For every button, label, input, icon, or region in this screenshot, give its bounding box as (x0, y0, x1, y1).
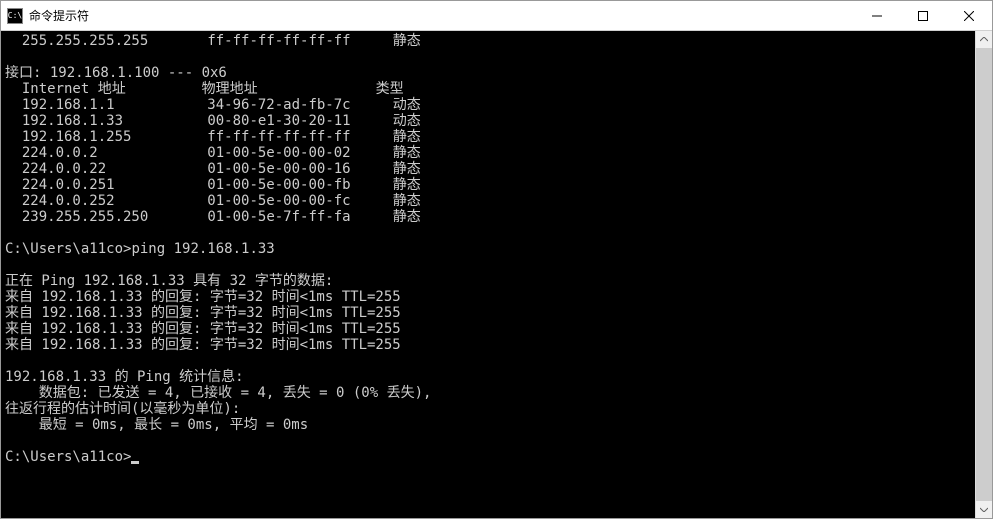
interface-header: 接口: 192.168.1.100 --- 0x6 (5, 65, 227, 81)
arp-row: 239.255.255.250 01-00-5e-7f-ff-fa 静态 (5, 209, 421, 225)
close-icon (964, 11, 974, 21)
ping-rtt-values: 最短 = 0ms, 最长 = 0ms, 平均 = 0ms (5, 417, 308, 433)
window-controls (854, 1, 992, 30)
ping-reply: 来自 192.168.1.33 的回复: 字节=32 时间<1ms TTL=25… (5, 337, 401, 353)
vertical-scrollbar[interactable] (975, 31, 992, 518)
titlebar[interactable]: C:\ 命令提示符 (1, 1, 992, 31)
arp-row: 192.168.1.255 ff-ff-ff-ff-ff-ff 静态 (5, 129, 421, 145)
chevron-up-icon (980, 37, 988, 42)
scroll-down-button[interactable] (976, 501, 992, 518)
ping-reply: 来自 192.168.1.33 的回复: 字节=32 时间<1ms TTL=25… (5, 321, 401, 337)
ping-header: 正在 Ping 192.168.1.33 具有 32 字节的数据: (5, 273, 333, 289)
console-area[interactable]: 255.255.255.255 ff-ff-ff-ff-ff-ff 静态 接口:… (1, 31, 975, 518)
arp-row: 192.168.1.1 34-96-72-ad-fb-7c 动态 (5, 97, 421, 113)
app-icon: C:\ (7, 8, 23, 24)
ping-reply: 来自 192.168.1.33 的回复: 字节=32 时间<1ms TTL=25… (5, 305, 401, 321)
chevron-down-icon (980, 507, 988, 512)
ping-stats-packets: 数据包: 已发送 = 4, 已接收 = 4, 丢失 = 0 (0% 丢失), (5, 385, 431, 401)
ping-reply: 来自 192.168.1.33 的回复: 字节=32 时间<1ms TTL=25… (5, 289, 401, 305)
command-prompt-window: C:\ 命令提示符 255.255.255.255 ff-ff-ff-ff-ff… (0, 0, 993, 519)
scroll-up-button[interactable] (976, 31, 992, 48)
maximize-button[interactable] (900, 1, 946, 30)
minimize-icon (872, 11, 882, 21)
scrollbar-thumb[interactable] (976, 48, 992, 501)
ping-stats-header: 192.168.1.33 的 Ping 统计信息: (5, 369, 244, 385)
console-wrap: 255.255.255.255 ff-ff-ff-ff-ff-ff 静态 接口:… (1, 31, 992, 518)
arp-row: 224.0.0.22 01-00-5e-00-00-16 静态 (5, 161, 421, 177)
maximize-icon (918, 11, 928, 21)
arp-row: 224.0.0.2 01-00-5e-00-00-02 静态 (5, 145, 421, 161)
close-button[interactable] (946, 1, 992, 30)
ping-rtt-header: 往返行程的估计时间(以毫秒为单位): (5, 401, 240, 417)
window-title: 命令提示符 (29, 7, 854, 24)
prompt-line: C:\Users\a11co>ping 192.168.1.33 (5, 241, 275, 257)
arp-columns: Internet 地址 物理地址 类型 (5, 81, 404, 97)
arp-row: 192.168.1.33 00-80-e1-30-20-11 动态 (5, 113, 421, 129)
arp-row: 224.0.0.252 01-00-5e-00-00-fc 静态 (5, 193, 421, 209)
minimize-button[interactable] (854, 1, 900, 30)
prompt-line: C:\Users\a11co> (5, 449, 131, 465)
cursor (131, 461, 139, 464)
arp-row: 255.255.255.255 ff-ff-ff-ff-ff-ff 静态 (5, 33, 421, 49)
arp-row: 224.0.0.251 01-00-5e-00-00-fb 静态 (5, 177, 421, 193)
